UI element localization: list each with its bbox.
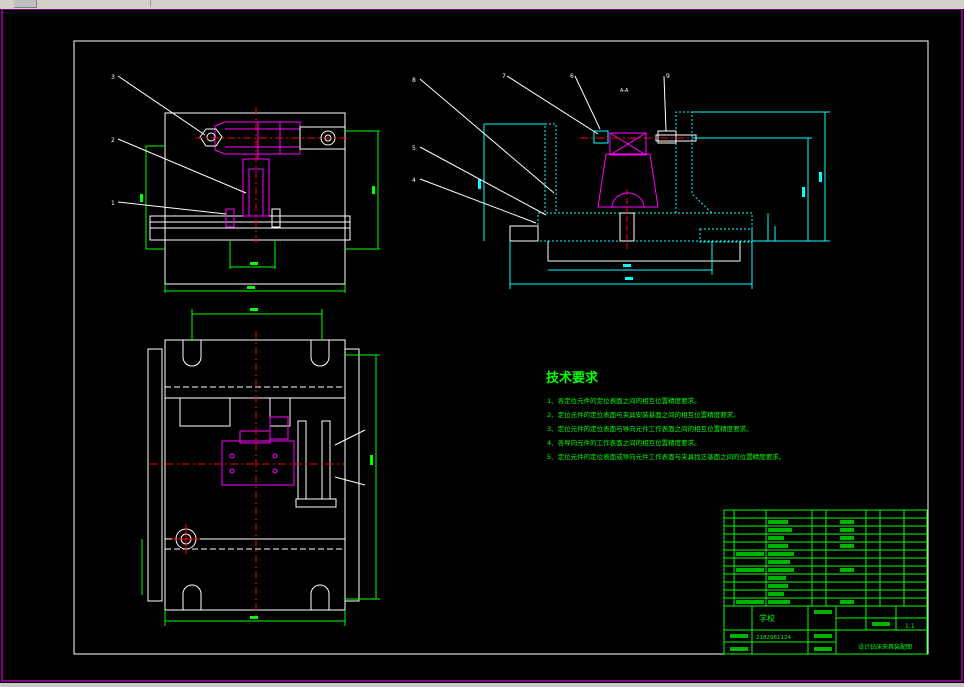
leader-label: 5 [412,145,416,152]
school-label: 学校 [759,613,775,623]
front-view: 3 2 1 [111,74,380,293]
tech-note: 4、各导向元件的工作表面之间的相互位置精度要求。 [547,438,701,447]
drawing-title: 设计钻床夹具装配图 [858,643,912,651]
leader-label: 6 [570,73,574,80]
leader-label: 8 [412,77,416,84]
leader-label: 9 [666,73,670,80]
front-view-frame [164,112,346,285]
tech-note: 2、定位元件的定位表面与夹具安装基面之间的相互位置精度要求。 [547,410,740,419]
toolbar-tab[interactable] [40,0,151,7]
tech-note: 5、定位元件的定位表面或导向元件工作表面与夹具找正基面之间的位置精度要求。 [547,452,785,461]
cad-drawing-canvas[interactable]: 3 2 1 A-A 8 7 5 4 6 9 技术要求 1、各定位元件的定位表面之… [0,9,964,683]
tech-title: 技术要求 [546,370,599,386]
top-view [141,308,380,626]
application-toolbar [0,0,964,9]
tech-note: 1、各定位元件的定位表面之间的相互位置精度要求。 [547,396,701,405]
leader-label: 7 [502,73,506,80]
toolbar-icon[interactable] [14,0,37,8]
leader-label: 2 [111,137,115,144]
leader-label: 4 [412,177,416,184]
title-block: 学校 2182961124 1:1 设计钻床夹具装配图 [723,509,928,655]
side-section-view: A-A 8 7 5 4 6 9 [412,73,830,289]
scale-value: 1:1 [905,623,915,630]
model-space-frame [1,9,963,682]
status-strip [0,683,964,687]
section-label: A-A [620,88,629,94]
leader-label: 3 [111,74,115,81]
technical-requirements: 技术要求 1、各定位元件的定位表面之间的相互位置精度要求。 2、定位元件的定位表… [546,370,785,461]
student-id: 2182961124 [756,635,791,641]
tech-note: 3、定位元件的定位表面与导向元件工作表面之间的相互位置精度要求。 [547,424,753,433]
leader-label: 1 [111,200,115,207]
